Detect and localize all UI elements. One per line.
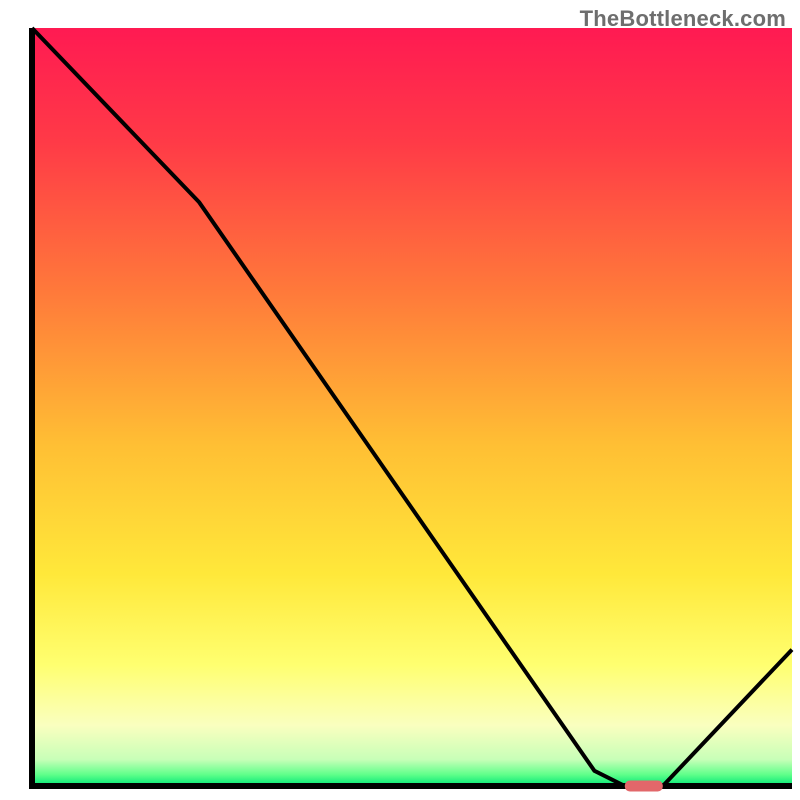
plot-background bbox=[32, 28, 792, 786]
bottleneck-chart bbox=[0, 0, 800, 800]
optimum-marker bbox=[625, 781, 663, 792]
watermark-text: TheBottleneck.com bbox=[580, 6, 786, 32]
chart-container: TheBottleneck.com bbox=[0, 0, 800, 800]
